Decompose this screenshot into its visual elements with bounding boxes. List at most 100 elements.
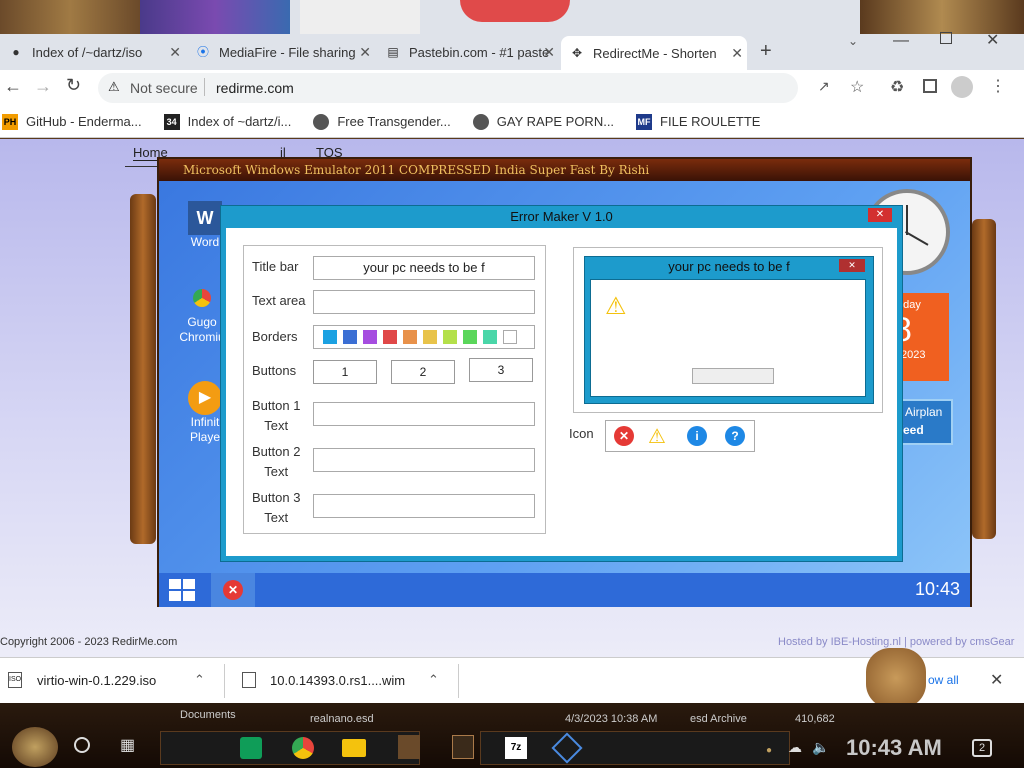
folder-icon[interactable] [342, 739, 366, 757]
back-button[interactable]: ← [4, 76, 22, 97]
page-icon: ● [12, 45, 20, 59]
tab-index-of-dartz[interactable]: ● Index of /~dartz/iso ✕ [0, 38, 185, 66]
right-ornament [972, 219, 996, 539]
border-swatch-white[interactable] [503, 330, 517, 344]
windows-start-icon[interactable] [169, 579, 195, 601]
pastebin-icon: ▤ [387, 45, 399, 59]
partial-logo [300, 0, 420, 34]
tab-mediafire[interactable]: ⦿ MediaFire - File sharing ✕ [187, 38, 375, 66]
tab-redirectme[interactable]: ✥ RedirectMe - Shorten ✕ [561, 36, 747, 70]
border-swatch-red[interactable] [383, 330, 397, 344]
task-view-icon[interactable]: ▦ [120, 735, 135, 755]
minimize-button[interactable]: — [893, 32, 909, 50]
warning-icon[interactable]: ⚠ [648, 424, 666, 449]
url-text[interactable]: redirme.com [216, 80, 294, 96]
warning-icon: ⚠ [605, 293, 627, 320]
bookmark-gay[interactable]: GAY RAPE PORN... [472, 113, 614, 130]
share-icon[interactable]: ↗ [818, 78, 830, 95]
close-tab-icon[interactable]: ✕ [543, 44, 555, 61]
preview-title: your pc needs to be f [668, 259, 790, 274]
app-icon[interactable] [452, 735, 474, 759]
bookmark-github[interactable]: PH GitHub - Enderma... [2, 113, 142, 130]
desktop-icon-word[interactable]: W Word [185, 201, 225, 249]
extensions-icon[interactable]: ♻ [890, 77, 904, 97]
preview-error-window: your pc needs to be f ✕ ⚠ [584, 256, 874, 404]
title-bar-input[interactable]: your pc needs to be f [313, 256, 535, 280]
close-button[interactable]: ✕ [868, 208, 892, 222]
border-swatch-teal[interactable] [483, 330, 497, 344]
hosted-by[interactable]: Hosted by IBE-Hosting.nl | powered by cm… [778, 636, 1014, 648]
system-clock[interactable]: 10:43 AM [846, 735, 942, 761]
emulator-taskbar: ✕ 10:43 [159, 573, 970, 607]
mediafire-icon: ⦿ [196, 45, 209, 59]
button3-text-label: Button 3 Text [252, 490, 301, 525]
close-tab-icon[interactable]: ✕ [169, 44, 181, 61]
wim-file-icon [242, 672, 256, 688]
close-downloads-button[interactable]: ✕ [990, 670, 1003, 690]
tray-chevron-icon[interactable]: ● [766, 745, 772, 756]
bookmark-index[interactable]: 34 Index of ~dartz/i... [163, 113, 291, 130]
error-maker-title: Error Maker V 1.0 [510, 209, 613, 224]
search-circle-icon[interactable] [74, 737, 90, 753]
forward-button[interactable]: → [34, 76, 52, 97]
left-ornament [130, 194, 156, 544]
tab-search-icon[interactable]: ⌄ [848, 34, 858, 48]
download-item-2[interactable]: 10.0.14393.0.rs1....wim [270, 673, 405, 688]
button-count-1[interactable]: 1 [313, 360, 377, 384]
play-icon: ▶ [188, 381, 222, 415]
close-tab-icon[interactable]: ✕ [731, 45, 743, 62]
text-area-input[interactable] [313, 290, 535, 314]
7zip-icon[interactable]: 7z [505, 737, 527, 759]
reload-button[interactable]: ↻ [66, 75, 81, 96]
button2-text-input[interactable] [313, 448, 535, 472]
border-swatch-green[interactable] [463, 330, 477, 344]
border-swatch-orange[interactable] [403, 330, 417, 344]
maximize-button[interactable] [940, 32, 952, 44]
chevron-up-icon[interactable]: ⌃ [428, 672, 439, 688]
download-item-1[interactable]: virtio-win-0.1.229.iso [37, 673, 156, 688]
game-icon[interactable] [398, 735, 420, 759]
border-swatch-lime[interactable] [443, 330, 457, 344]
globe-icon [472, 113, 489, 130]
url-bar[interactable]: ⚠ Not secure redirme.com ↗ ☆ [98, 73, 864, 103]
close-tab-icon[interactable]: ✕ [359, 44, 371, 61]
desktop-icon-chromium[interactable]: Gugo Chromiu [179, 281, 225, 345]
button-count-2[interactable]: 2 [391, 360, 455, 384]
start-orb-icon[interactable] [12, 727, 58, 767]
bookmark-file-roulette[interactable]: MF FILE ROULETTE [636, 113, 760, 130]
show-all-button[interactable]: ow all [928, 673, 959, 687]
chrome-icon[interactable] [292, 737, 314, 759]
new-tab-button[interactable]: + [760, 40, 772, 63]
profile-avatar[interactable] [951, 76, 973, 98]
copyright: Copyright 2006 - 2023 RedirMe.com [0, 636, 178, 648]
border-swatch-yellow[interactable] [423, 330, 437, 344]
border-swatch-cyan[interactable] [323, 330, 337, 344]
question-icon[interactable]: ? [725, 426, 745, 446]
network-icon[interactable]: ☁ [788, 739, 802, 756]
app-icons-decoration [140, 0, 290, 34]
bookmark-free[interactable]: Free Transgender... [313, 113, 451, 130]
info-icon[interactable]: i [687, 426, 707, 446]
warning-icon[interactable]: ⚠ [108, 79, 120, 95]
icon-label: Icon [569, 426, 594, 441]
settings-panel: Title bar your pc needs to be f Text are… [243, 245, 546, 534]
tab-pastebin[interactable]: ▤ Pastebin.com - #1 paste ✕ [377, 38, 559, 66]
error-icon[interactable]: ✕ [614, 426, 634, 446]
button3-text-input[interactable] [313, 494, 535, 518]
volume-icon[interactable]: 🔈 [812, 739, 829, 756]
bookmark-star-icon[interactable]: ☆ [850, 77, 864, 97]
sheets-icon[interactable] [240, 737, 262, 759]
chevron-up-icon[interactable]: ⌃ [194, 672, 205, 688]
side-panel-icon[interactable] [923, 79, 937, 93]
menu-kebab-icon[interactable]: ⋮ [990, 76, 1006, 96]
border-swatch-purple[interactable] [363, 330, 377, 344]
security-label[interactable]: Not secure [130, 80, 198, 96]
taskbar-error-maker[interactable]: ✕ [211, 573, 255, 607]
close-window-button[interactable]: ✕ [986, 30, 999, 50]
button-count-3[interactable]: 3 [469, 358, 533, 382]
button1-text-input[interactable] [313, 402, 535, 426]
notification-icon[interactable]: 2 [972, 739, 992, 757]
border-swatch-blue[interactable] [343, 330, 357, 344]
text-area-label: Text area [252, 293, 306, 308]
cloud-icon [313, 113, 330, 130]
